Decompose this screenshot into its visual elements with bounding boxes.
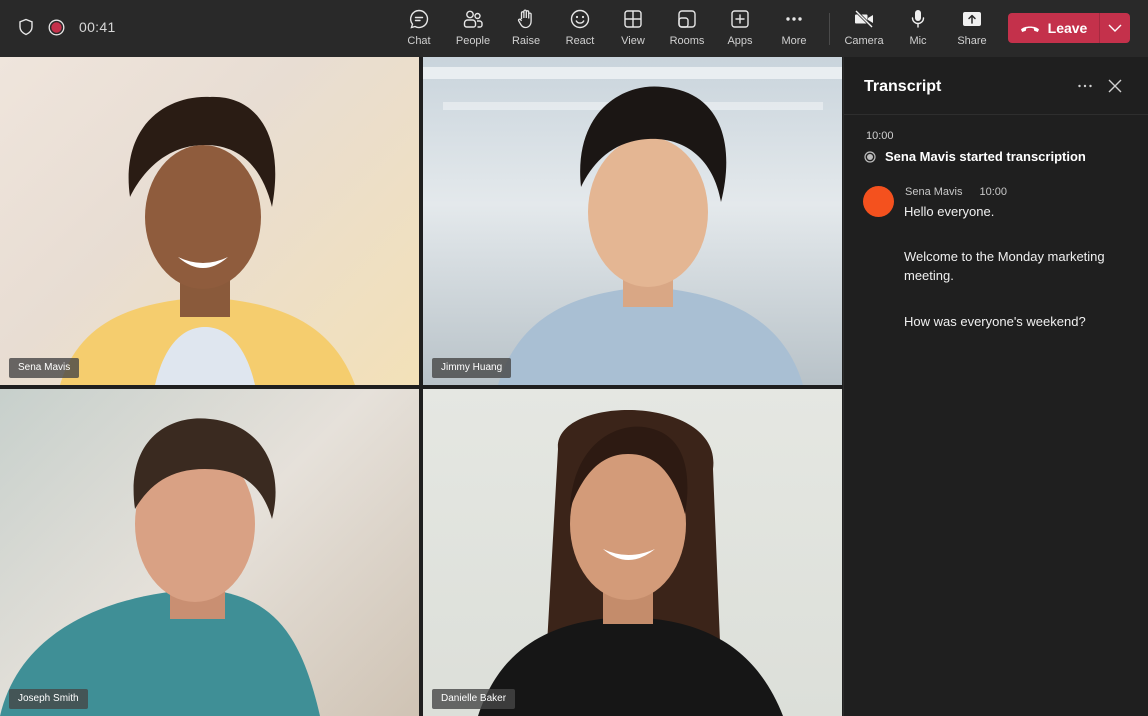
shield-icon[interactable] xyxy=(18,18,34,36)
participant-video xyxy=(0,418,320,716)
participant-video xyxy=(478,409,783,716)
transcript-line: How was everyone's weekend? xyxy=(904,314,1086,329)
more-label: More xyxy=(781,35,807,47)
meeting-toolbar: 00:41 Chat People Raise React View Rooms… xyxy=(0,0,1148,57)
grid-view-icon xyxy=(624,10,642,28)
transcript-panel: Transcript 10:00 Sena Mavis started tran… xyxy=(843,57,1148,716)
react-button[interactable]: React xyxy=(552,8,608,52)
leave-label: Leave xyxy=(1047,20,1088,36)
leave-options-button[interactable] xyxy=(1100,13,1130,43)
transcript-line: Hello everyone. xyxy=(904,204,995,219)
rooms-label: Rooms xyxy=(669,35,705,47)
participant-name: Danielle Baker xyxy=(432,689,516,709)
video-tile-sena-mavis[interactable]: Sena Mavis xyxy=(0,57,419,385)
share-icon xyxy=(963,12,981,26)
recording-icon xyxy=(48,19,65,35)
avatar xyxy=(863,186,894,217)
transcript-header: Transcript xyxy=(844,57,1148,115)
rooms-button[interactable]: Rooms xyxy=(659,8,715,52)
speaker-name: Sena Mavis xyxy=(905,186,963,198)
react-label: React xyxy=(565,35,595,47)
raise-hand-icon xyxy=(517,9,532,29)
leave-button[interactable]: Leave xyxy=(1008,13,1099,43)
share-label: Share xyxy=(957,35,987,47)
chat-label: Chat xyxy=(407,35,431,47)
more-icon xyxy=(786,17,802,21)
raise-label: Raise xyxy=(511,35,541,47)
video-tile-jimmy-huang[interactable]: Jimmy Huang xyxy=(423,57,842,385)
smiley-icon xyxy=(570,9,590,29)
transcript-entry-meta: Sena Mavis 10:00 xyxy=(905,186,1007,198)
more-options-icon[interactable] xyxy=(1076,77,1094,95)
people-label: People xyxy=(455,35,491,47)
chevron-down-icon xyxy=(1108,24,1122,32)
people-button[interactable]: People xyxy=(445,8,501,52)
apps-plus-icon xyxy=(731,10,749,28)
rooms-icon xyxy=(678,10,696,28)
view-button[interactable]: View xyxy=(605,8,661,52)
entry-time: 10:00 xyxy=(979,186,1008,198)
people-icon xyxy=(463,10,483,28)
more-button[interactable]: More xyxy=(766,8,822,52)
camera-button[interactable]: Camera xyxy=(836,8,892,52)
leave-button-group: Leave xyxy=(1008,13,1130,43)
participant-name: Sena Mavis xyxy=(9,358,80,378)
system-message-time: 10:00 xyxy=(866,130,894,142)
meeting-timer: 00:41 xyxy=(79,19,116,35)
participant-name: Joseph Smith xyxy=(9,689,88,709)
hang-up-icon xyxy=(1020,26,1039,32)
video-tile-joseph-smith[interactable]: Joseph Smith xyxy=(0,389,419,716)
close-icon[interactable] xyxy=(1106,77,1124,95)
participant-video xyxy=(60,96,355,385)
participant-name: Jimmy Huang xyxy=(432,358,512,378)
camera-label: Camera xyxy=(844,35,884,47)
video-tile-danielle-baker[interactable]: Danielle Baker xyxy=(423,389,842,716)
camera-off-icon xyxy=(854,9,874,29)
transcript-title: Transcript xyxy=(864,78,942,95)
share-button[interactable]: Share xyxy=(944,8,1000,52)
system-message: Sena Mavis started transcription xyxy=(864,149,1086,164)
transcript-line: Welcome to the Monday marketing meeting. xyxy=(904,249,1105,283)
chat-button[interactable]: Chat xyxy=(391,8,447,52)
apps-button[interactable]: Apps xyxy=(712,8,768,52)
chat-icon xyxy=(410,9,429,29)
mic-button[interactable]: Mic xyxy=(890,8,946,52)
participant-video xyxy=(423,67,842,385)
transcription-status-icon xyxy=(864,150,876,163)
system-message-text: Sena Mavis started transcription xyxy=(885,149,1086,164)
raise-hand-button[interactable]: Raise xyxy=(498,8,554,52)
meeting-status: 00:41 xyxy=(18,18,116,36)
toolbar-divider xyxy=(829,13,830,45)
mic-icon xyxy=(911,10,925,28)
view-label: View xyxy=(621,35,645,47)
apps-label: Apps xyxy=(727,35,753,47)
mic-label: Mic xyxy=(909,35,927,47)
